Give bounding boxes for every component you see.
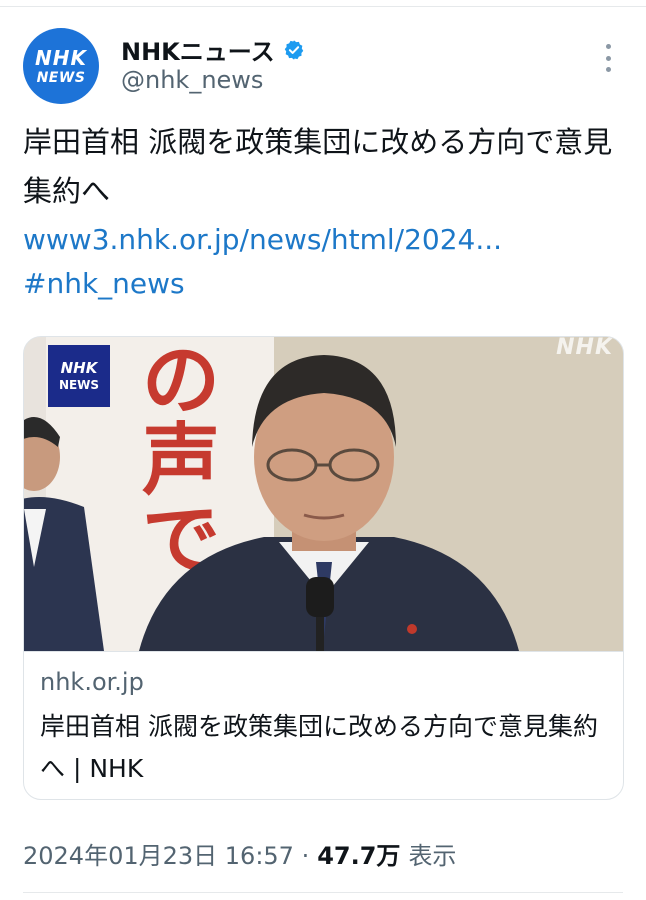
timestamp[interactable]: 2024年01月23日 16:57 · <box>23 836 309 871</box>
nhk-badge: NHK NEWS <box>48 345 110 407</box>
display-name[interactable]: NHKニュース <box>121 32 275 67</box>
avatar-logo-line1: NHK <box>35 45 87 70</box>
verified-badge-icon <box>284 39 303 60</box>
news-photo: の 声 で <box>24 337 623 651</box>
more-options-icon[interactable] <box>600 44 616 72</box>
tweet-meta: 2024年01月23日 16:57 · 47.7万 表示 <box>23 836 456 871</box>
nhk-badge-line2: NEWS <box>58 377 100 392</box>
avatar-logo-line2: NEWS <box>36 69 86 86</box>
poster-text: の <box>142 337 220 426</box>
card-domain: nhk.or.jp <box>40 668 144 696</box>
svg-text:声: 声 <box>142 416 220 506</box>
nhk-badge-line1: NHK <box>60 359 98 378</box>
nhk-watermark: NHK <box>556 337 613 360</box>
views-count: 47.7万 <box>317 842 401 870</box>
top-divider <box>0 0 646 7</box>
card-body[interactable]: nhk.or.jp 岸田首相 派閥を政策集団に改める方向で意見集約へ | NHK <box>24 651 623 783</box>
bottom-divider <box>23 892 623 893</box>
tweet-hashtag[interactable]: #nhk_news <box>23 262 185 306</box>
card-title: 岸田首相 派閥を政策集団に改める方向で意見集約へ | NHK <box>40 712 598 783</box>
card-image[interactable]: の 声 で NHK NEWS NHK <box>24 337 623 651</box>
tweet-link[interactable]: www3.nhk.or.jp/news/html/2024... <box>23 218 502 262</box>
views-label: 表示 <box>408 842 457 870</box>
avatar[interactable]: NHK NEWS <box>23 28 99 104</box>
author-name-row: NHKニュース <box>121 32 305 67</box>
link-preview-card[interactable]: の 声 で NHK NEWS NHK nhk.or.jp 岸田首相 派閥を政策集… <box>23 336 624 800</box>
author-handle[interactable]: @nhk_news <box>121 66 263 94</box>
tweet-text: 岸田首相 派閥を政策集団に改める方向で意見集約へ <box>23 125 613 208</box>
